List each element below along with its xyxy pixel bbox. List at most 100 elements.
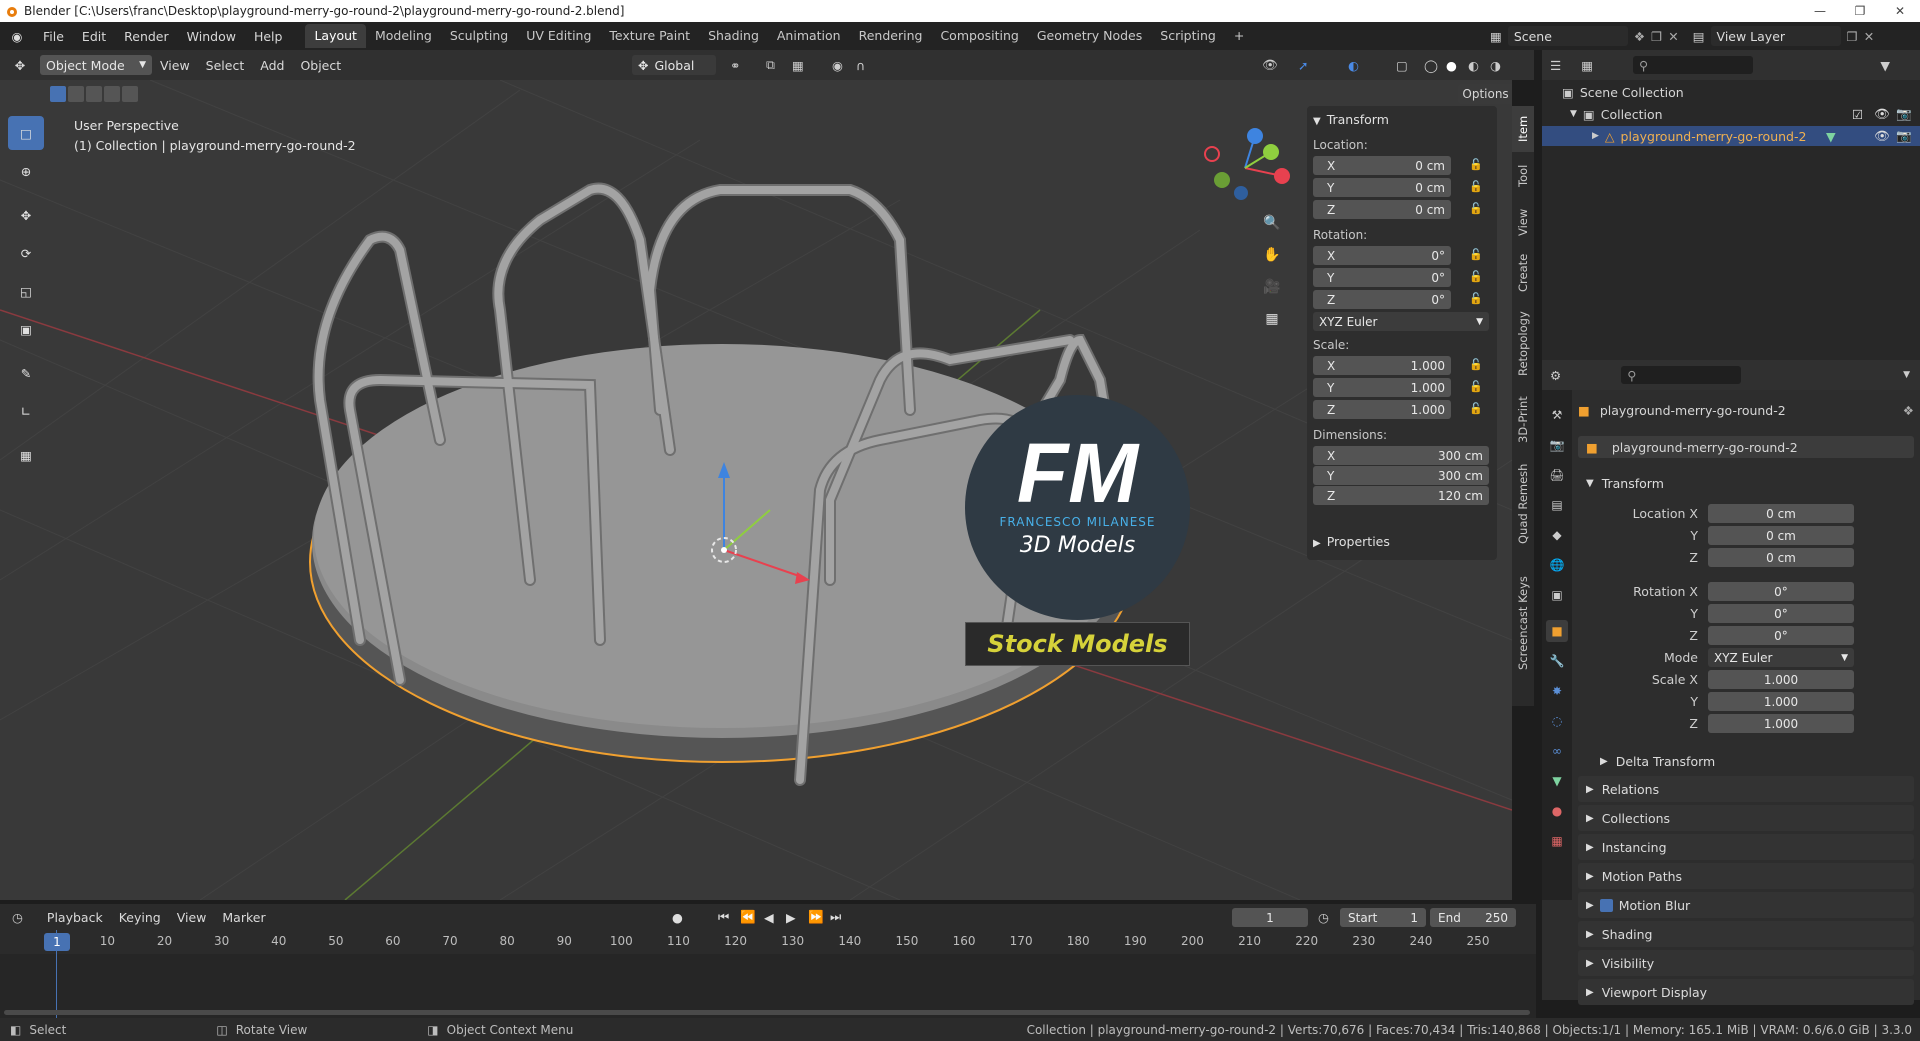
proportional-edit-icon[interactable]: ◉ xyxy=(832,58,843,73)
object-tab-icon[interactable]: ■ xyxy=(1546,620,1568,642)
visibility-icon[interactable]: 👁 xyxy=(1262,57,1278,73)
sidebar-tab-create[interactable]: Create xyxy=(1512,248,1534,298)
area-divider[interactable] xyxy=(1534,50,1542,900)
physics-tab-icon[interactable]: ◌ xyxy=(1546,710,1568,732)
material-tab-icon[interactable]: ● xyxy=(1546,800,1568,822)
render-tab-icon[interactable]: 📷 xyxy=(1546,434,1568,456)
menu-object[interactable]: Object xyxy=(292,58,349,73)
ortho-grid-icon[interactable]: ▦ xyxy=(1259,306,1285,332)
pin-icon[interactable]: ❖ xyxy=(1903,403,1914,418)
scene-tab-icon[interactable]: ◆ xyxy=(1546,524,1568,546)
solid-shading-icon[interactable]: ● xyxy=(1446,58,1457,73)
play-reverse-icon[interactable]: ◀ xyxy=(764,910,774,925)
properties-search-input[interactable]: ⚲ xyxy=(1621,366,1742,384)
snap-target-icon[interactable]: ▦ xyxy=(792,58,804,73)
checkbox-icon[interactable] xyxy=(1599,898,1613,912)
prop-rotation-z[interactable]: 0° xyxy=(1708,626,1854,645)
zoom-icon[interactable]: 🔍 xyxy=(1259,210,1285,236)
dimension-z-field[interactable]: Z 120 cm xyxy=(1313,486,1489,505)
tab-scripting[interactable]: Scripting xyxy=(1151,24,1225,48)
rotation-y-field[interactable]: Y 0° xyxy=(1313,268,1451,287)
next-keyframe-icon[interactable]: ⏩ xyxy=(808,909,824,925)
annotate-tool[interactable]: ✎ xyxy=(8,356,44,390)
rotate-tool[interactable]: ⟳ xyxy=(8,236,44,270)
gizmo-toggle-icon[interactable]: ➚ xyxy=(1298,58,1308,73)
motion-blur-panel-header[interactable]: ▶ Motion Blur xyxy=(1578,892,1914,918)
record-icon[interactable]: ● xyxy=(672,910,683,925)
jump-start-icon[interactable]: ⏮ xyxy=(718,909,729,925)
shading-panel-header[interactable]: ▶ Shading xyxy=(1578,921,1914,947)
scale-tool[interactable]: ◱ xyxy=(8,274,44,308)
sidebar-tab-retopology[interactable]: Retopology xyxy=(1512,304,1534,384)
constraints-tab-icon[interactable]: ∞ xyxy=(1546,740,1568,762)
add-workspace-icon[interactable]: + xyxy=(1225,24,1253,48)
lock-icon[interactable]: 🔓 xyxy=(1469,202,1483,216)
tab-animation[interactable]: Animation xyxy=(768,24,850,48)
end-frame-field[interactable]: End 250 xyxy=(1430,908,1516,927)
sidebar-tab-quad-remesh[interactable]: Quad Remesh xyxy=(1512,456,1534,552)
display-mode-icon[interactable]: ▦ xyxy=(1581,58,1593,73)
prev-keyframe-icon[interactable]: ⏪ xyxy=(740,909,756,925)
location-y-field[interactable]: Y 0 cm xyxy=(1313,178,1451,197)
location-z-field[interactable]: Z 0 cm xyxy=(1313,200,1451,219)
timeline-scrollbar[interactable] xyxy=(4,1010,1530,1015)
object-name-field[interactable]: ■ playground-merry-go-round-2 xyxy=(1578,436,1914,458)
lock-icon[interactable]: 🔓 xyxy=(1469,358,1483,372)
new-view-layer-icon[interactable]: ❐ xyxy=(1847,29,1858,44)
menu-file[interactable]: File xyxy=(34,29,73,44)
falloff-icon[interactable]: ∩ xyxy=(856,58,865,73)
npanel-transform-header[interactable]: ▼ Transform xyxy=(1313,112,1389,127)
options-button[interactable]: Options▼ xyxy=(1458,84,1512,104)
lock-icon[interactable]: 🔓 xyxy=(1469,292,1483,306)
prop-location-x[interactable]: 0 cm xyxy=(1708,504,1854,523)
scale-y-field[interactable]: Y 1.000 xyxy=(1313,378,1451,397)
current-frame-field[interactable]: 1 xyxy=(1232,908,1308,927)
modifiers-tab-icon[interactable]: 🔧 xyxy=(1546,650,1568,672)
select-box-tool[interactable]: □ xyxy=(8,116,44,150)
mesh-data-icon[interactable]: ▼ xyxy=(1826,129,1836,144)
material-shading-icon[interactable]: ◐ xyxy=(1468,58,1479,73)
select-invert-icon[interactable] xyxy=(104,86,120,102)
select-new-icon[interactable] xyxy=(50,86,66,102)
menu-edit[interactable]: Edit xyxy=(73,29,115,44)
overlays-icon[interactable]: ◐ xyxy=(1348,58,1359,73)
scale-x-field[interactable]: X 1.000 xyxy=(1313,356,1451,375)
view-layer-icon[interactable]: ▤ xyxy=(1693,29,1705,44)
object-browse-icon[interactable]: ■ xyxy=(1586,440,1598,455)
visibility-panel-header[interactable]: ▶ Visibility xyxy=(1578,950,1914,976)
scene-selector-icon[interactable]: ▦ xyxy=(1490,29,1502,44)
location-x-field[interactable]: X 0 cm xyxy=(1313,156,1451,175)
rotation-mode-dropdown[interactable]: XYZ Euler ▼ xyxy=(1313,312,1489,331)
play-icon[interactable]: ▶ xyxy=(786,910,796,925)
select-subtract-icon[interactable] xyxy=(86,86,102,102)
rendered-shading-icon[interactable]: ◑ xyxy=(1490,58,1501,73)
sidebar-tab-screencast-keys[interactable]: Screencast Keys xyxy=(1512,558,1534,688)
tab-geometry-nodes[interactable]: Geometry Nodes xyxy=(1028,24,1151,48)
frame-ruler[interactable]: 1102030405060708090100110120130140150160… xyxy=(0,930,1536,954)
timeline-editor-icon[interactable]: ◷ xyxy=(12,910,23,925)
rotation-z-field[interactable]: Z 0° xyxy=(1313,290,1451,309)
tool-tab-icon[interactable]: ⚒ xyxy=(1546,404,1568,426)
transform-panel-header[interactable]: ▼ Transform xyxy=(1578,470,1914,496)
menu-select[interactable]: Select xyxy=(198,58,253,73)
rotation-x-field[interactable]: X 0° xyxy=(1313,246,1451,265)
sidebar-tab-3d-print[interactable]: 3D-Print xyxy=(1512,390,1534,450)
collection-tab-icon[interactable]: ▣ xyxy=(1546,584,1568,606)
output-tab-icon[interactable]: 🖨 xyxy=(1546,464,1568,486)
mode-dropdown[interactable]: Object Mode ▼ xyxy=(40,55,152,75)
menu-marker[interactable]: Marker xyxy=(214,910,273,925)
editor-type-icon[interactable]: ✥ xyxy=(0,58,40,73)
delete-scene-icon[interactable]: ✕ xyxy=(1668,29,1678,44)
collections-panel-header[interactable]: ▶ Collections xyxy=(1578,805,1914,831)
tab-sculpting[interactable]: Sculpting xyxy=(441,24,517,48)
properties-editor-icon[interactable]: ⚙ xyxy=(1550,368,1561,383)
new-scene-icon[interactable]: ❐ xyxy=(1651,29,1662,44)
wireframe-shading-icon[interactable]: ◯ xyxy=(1424,58,1438,73)
menu-help[interactable]: Help xyxy=(245,29,292,44)
prop-scale-z[interactable]: 1.000 xyxy=(1708,714,1854,733)
menu-keying[interactable]: Keying xyxy=(111,910,169,925)
dimension-x-field[interactable]: X 300 cm xyxy=(1313,446,1489,465)
view-layer-field[interactable]: View Layer xyxy=(1710,26,1841,46)
orientation-dropdown[interactable]: ✥ Global xyxy=(632,55,716,75)
lock-icon[interactable]: 🔓 xyxy=(1469,270,1483,284)
